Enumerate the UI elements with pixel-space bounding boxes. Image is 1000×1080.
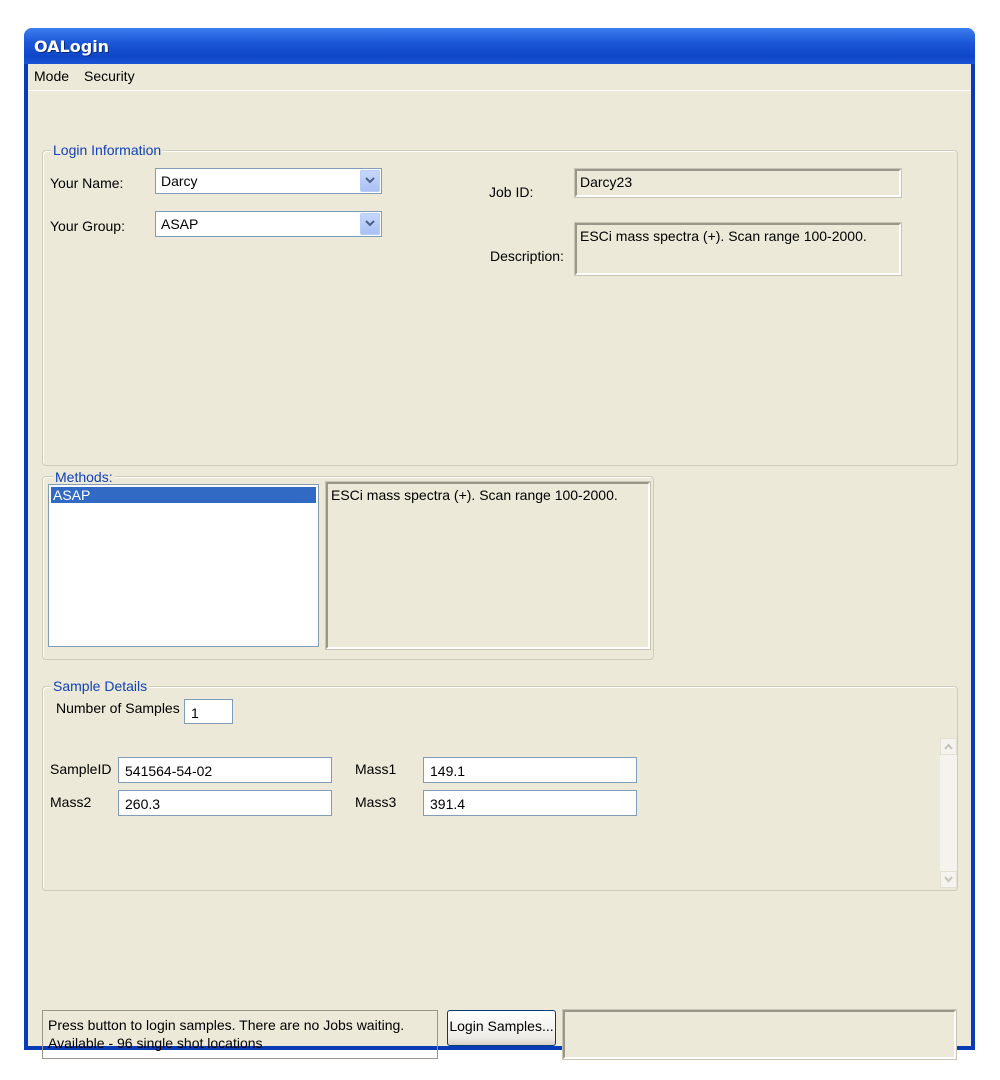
your-group-value: ASAP (161, 216, 199, 232)
mass3-input[interactable]: 391.4 (423, 790, 637, 816)
scroll-down-button[interactable] (940, 871, 957, 888)
sample-details-group: Sample Details (42, 678, 958, 891)
your-group-dropdown-button[interactable] (360, 213, 380, 235)
mass2-label: Mass2 (50, 794, 92, 810)
your-name-value: Darcy (161, 173, 198, 189)
title-bar[interactable]: OALogin (24, 28, 975, 64)
description-label: Description: (490, 248, 564, 264)
mass1-value: 149.1 (430, 763, 466, 779)
mass1-input[interactable]: 149.1 (423, 757, 637, 783)
methods-list-item[interactable]: ASAP (51, 487, 316, 503)
number-of-samples-value: 1 (191, 705, 199, 721)
status-line-1: Press button to login samples. There are… (48, 1017, 405, 1033)
login-information-legend: Login Information (51, 142, 164, 158)
menu-bar: Mode Security (28, 64, 971, 91)
number-of-samples-input[interactable]: 1 (184, 699, 233, 724)
your-name-combo[interactable]: Darcy (155, 168, 382, 194)
chevron-down-icon (944, 876, 953, 883)
job-id-label: Job ID: (489, 184, 534, 200)
description-field: ESCi mass spectra (+). Scan range 100-20… (574, 222, 902, 276)
sample-details-scrollbar[interactable] (940, 738, 957, 888)
number-of-samples-label: Number of Samples (56, 700, 180, 716)
sample-id-input[interactable]: 541564-54-02 (118, 757, 332, 783)
progress-status-box (562, 1009, 957, 1060)
status-line-2: Available - 96 single shot locations (48, 1035, 263, 1051)
sample-id-value: 541564-54-02 (125, 763, 213, 779)
mass3-label: Mass3 (355, 794, 397, 810)
sample-id-label: SampleID (50, 761, 112, 777)
method-description-value: ESCi mass spectra (+). Scan range 100-20… (331, 487, 618, 503)
your-group-combo[interactable]: ASAP (155, 211, 382, 237)
your-name-label: Your Name: (50, 175, 124, 191)
mass3-value: 391.4 (430, 796, 466, 812)
status-message-box: Press button to login samples. There are… (42, 1010, 438, 1059)
description-value: ESCi mass spectra (+). Scan range 100-20… (580, 228, 867, 244)
method-description-box: ESCi mass spectra (+). Scan range 100-20… (325, 481, 651, 650)
methods-legend: Methods: (53, 469, 115, 485)
mass2-value: 260.3 (125, 796, 161, 812)
scroll-up-button[interactable] (940, 738, 957, 755)
client-area: Mode Security Login Information Your Nam… (28, 64, 971, 1060)
chevron-down-icon (365, 177, 375, 184)
chevron-up-icon (944, 743, 953, 750)
login-samples-button[interactable]: Login Samples... (447, 1010, 556, 1046)
methods-list[interactable]: ASAP (48, 484, 319, 647)
job-id-field: Darcy23 (574, 168, 902, 198)
chevron-down-icon (365, 220, 375, 227)
menu-mode[interactable]: Mode (34, 68, 69, 84)
job-id-value: Darcy23 (580, 174, 633, 190)
window-title: OALogin (34, 37, 110, 56)
mass2-input[interactable]: 260.3 (118, 790, 332, 816)
mass1-label: Mass1 (355, 761, 397, 777)
your-name-dropdown-button[interactable] (360, 170, 380, 192)
your-group-label: Your Group: (50, 218, 125, 234)
sample-details-legend: Sample Details (51, 678, 150, 694)
app-window: OALogin Mode Security Login Information … (24, 28, 975, 1060)
menu-security[interactable]: Security (84, 68, 135, 84)
